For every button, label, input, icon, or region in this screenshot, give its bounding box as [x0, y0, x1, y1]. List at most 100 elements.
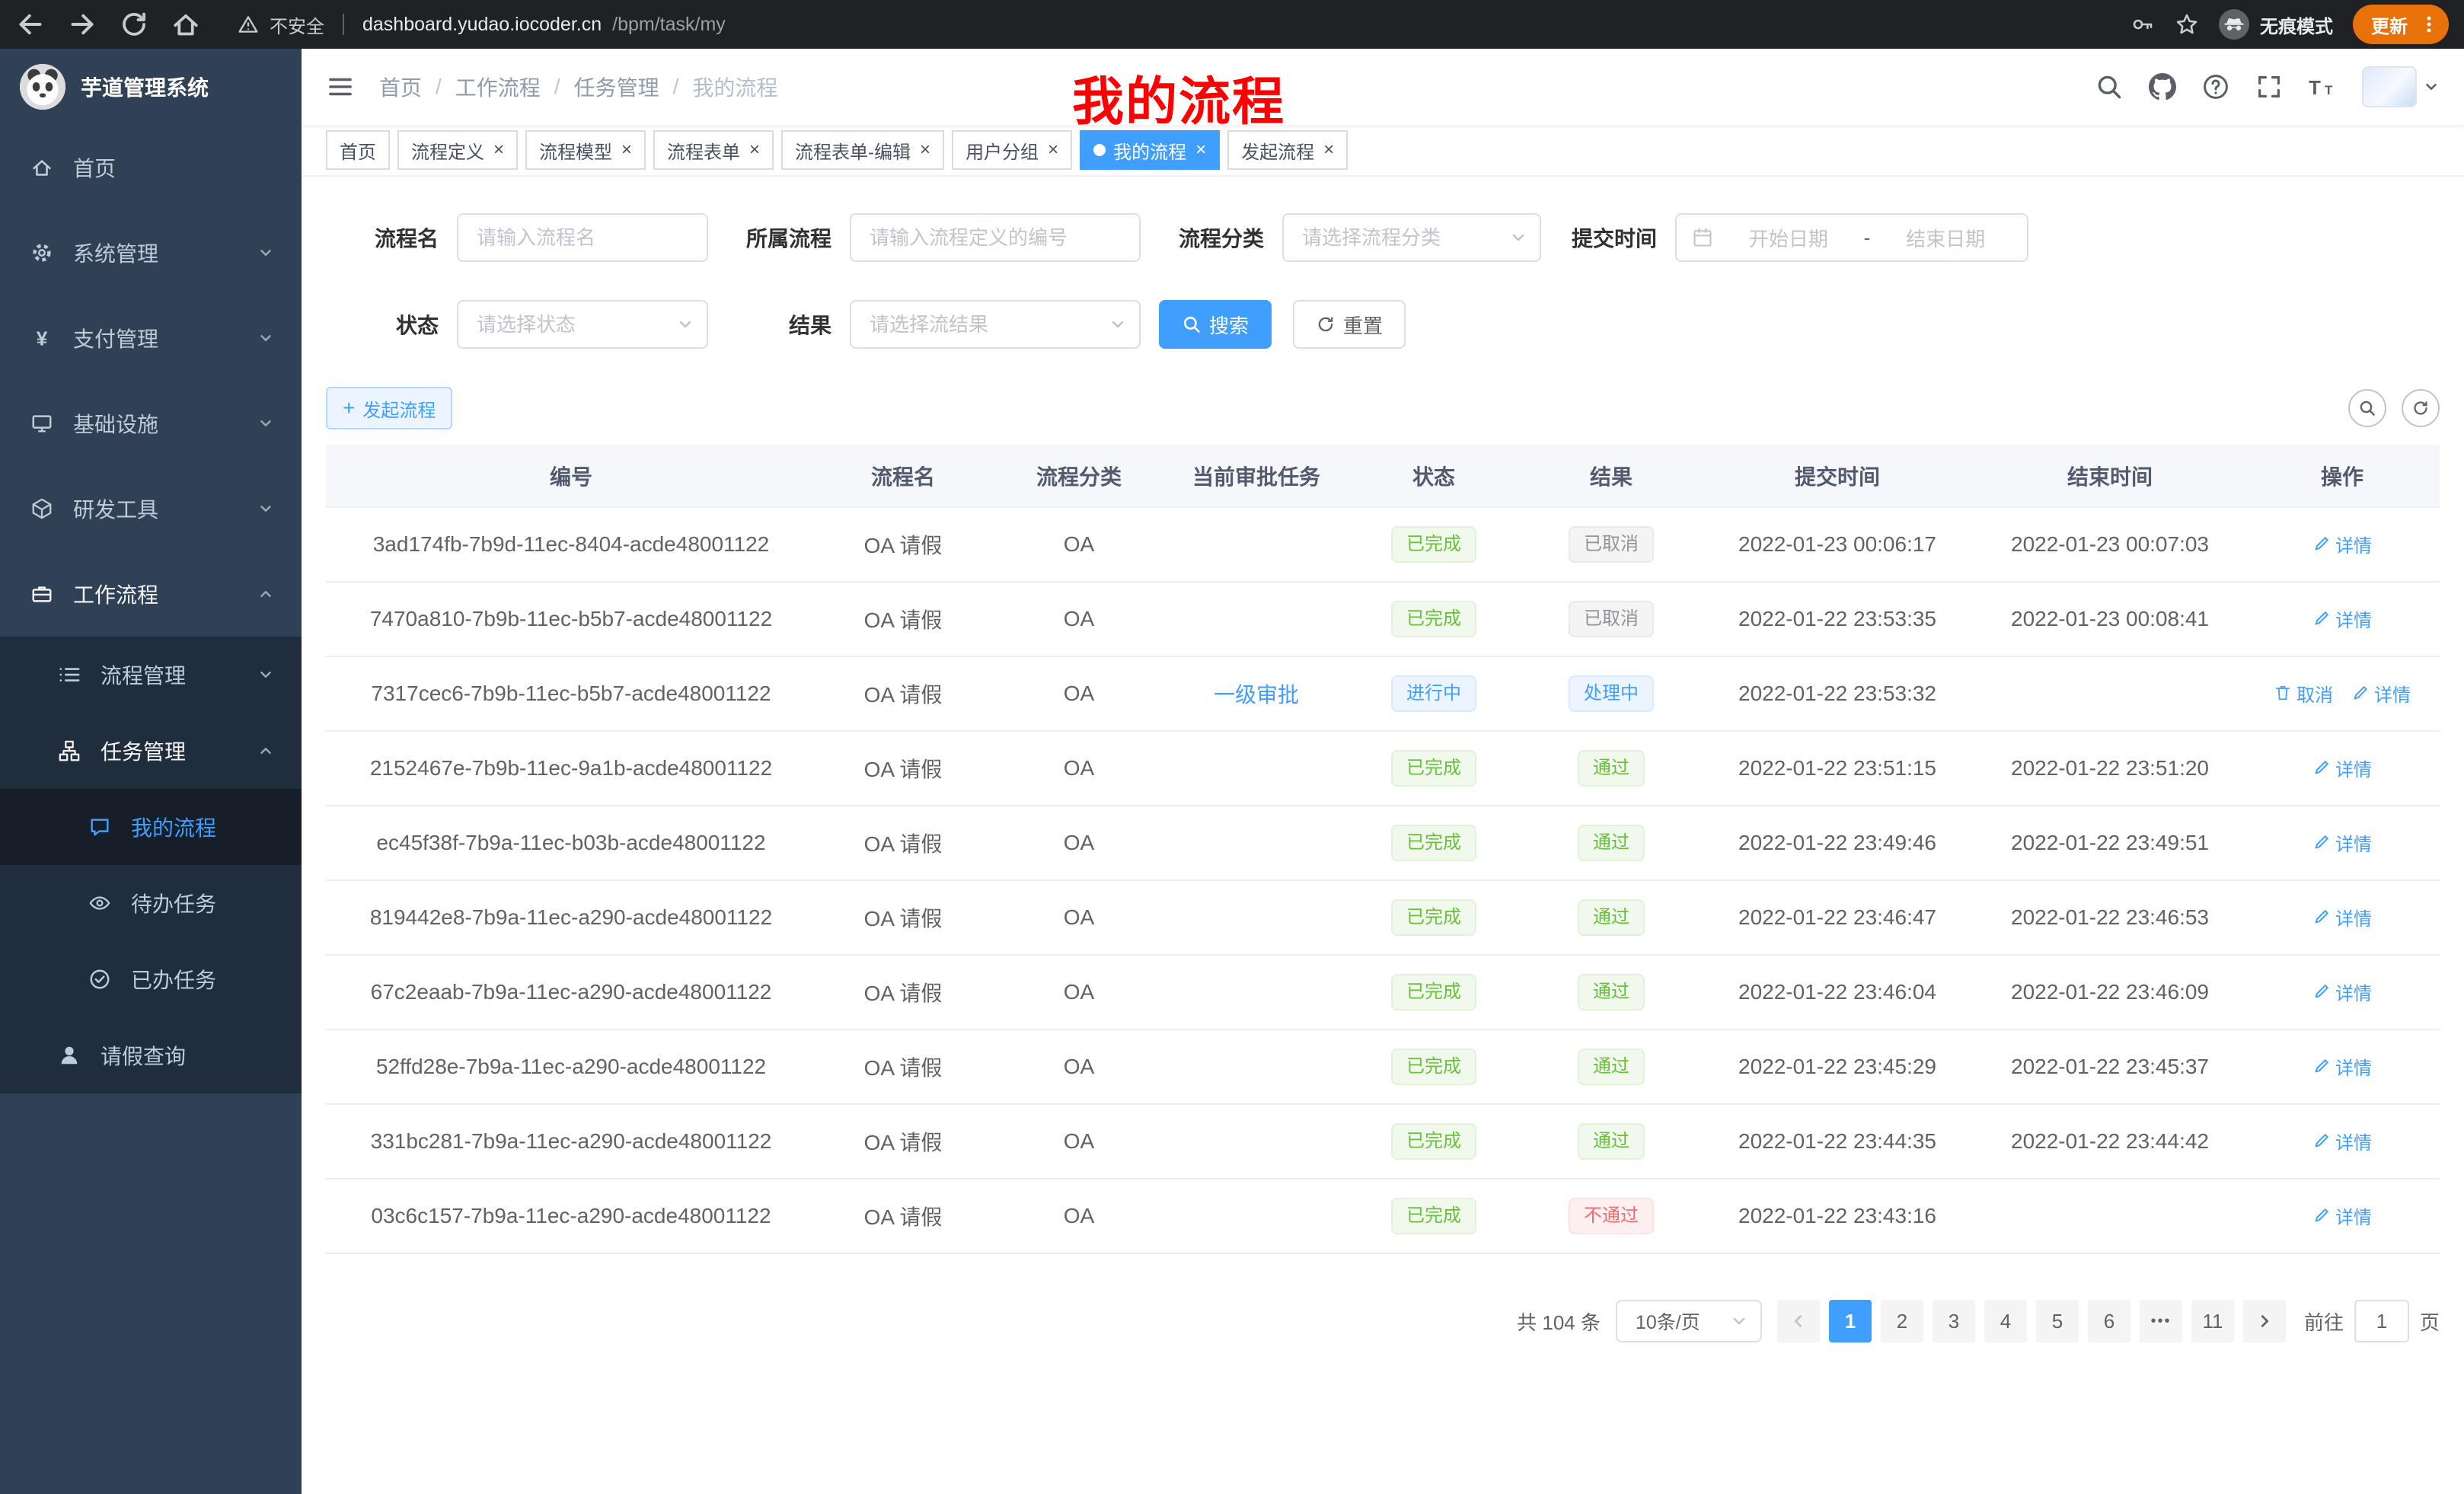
- tab-发起流程[interactable]: 发起流程×: [1227, 130, 1348, 170]
- page-button-2[interactable]: 2: [1881, 1300, 1923, 1342]
- page-button-5[interactable]: 5: [2036, 1300, 2079, 1342]
- category-select-input[interactable]: [1284, 215, 1540, 260]
- action-详情-link[interactable]: 详情: [2312, 755, 2372, 781]
- user-avatar-menu[interactable]: [2362, 66, 2440, 107]
- fullscreen-icon[interactable]: [2255, 73, 2283, 101]
- breadcrumb-item[interactable]: 任务管理: [574, 72, 659, 102]
- process-name-input[interactable]: [458, 215, 707, 260]
- sidebar-item-首页[interactable]: 首页: [0, 125, 302, 210]
- result-badge: 通过: [1578, 974, 1645, 1010]
- cell-submit-time: 2022-01-23 00:06:17: [1700, 507, 1975, 582]
- create-process-button[interactable]: + 发起流程: [326, 387, 452, 429]
- action-详情-link[interactable]: 详情: [2351, 680, 2411, 707]
- page-button-6[interactable]: 6: [2088, 1300, 2130, 1342]
- font-size-icon[interactable]: TT: [2309, 73, 2336, 101]
- create-process-label: 发起流程: [362, 395, 436, 422]
- browser-reload-icon[interactable]: [119, 9, 149, 40]
- page-button-11[interactable]: 11: [2191, 1300, 2234, 1342]
- action-label: 详情: [2335, 1128, 2372, 1154]
- action-详情-link[interactable]: 详情: [2312, 829, 2372, 856]
- sidebar-item-我的流程[interactable]: 我的流程: [0, 789, 302, 865]
- edit-icon: [2312, 908, 2331, 926]
- next-page-button[interactable]: [2243, 1300, 2286, 1342]
- browser-home-icon[interactable]: [171, 9, 201, 40]
- sidebar-item-已办任务[interactable]: 已办任务: [0, 941, 302, 1017]
- cell-status: 已完成: [1345, 1030, 1523, 1104]
- tab-首页[interactable]: 首页: [326, 130, 390, 170]
- tab-close-icon[interactable]: ×: [920, 141, 930, 159]
- tab-我的流程[interactable]: 我的流程×: [1080, 130, 1220, 170]
- password-key-icon[interactable]: [2130, 12, 2155, 37]
- goto-page-input[interactable]: [2354, 1300, 2409, 1342]
- tab-流程定义[interactable]: 流程定义×: [397, 130, 518, 170]
- table-row: 2152467e-7b9b-11ec-9a1b-acde48001122OA 请…: [326, 731, 2440, 806]
- status-select[interactable]: [457, 300, 708, 349]
- app-logo-row[interactable]: 芋道管理系统: [0, 49, 302, 125]
- action-详情-link[interactable]: 详情: [2312, 978, 2372, 1005]
- category-select[interactable]: [1282, 213, 1541, 262]
- hamburger-icon[interactable]: [326, 72, 355, 101]
- breadcrumb-item[interactable]: 首页: [379, 72, 422, 102]
- column-header-流程名: 流程名: [816, 445, 990, 507]
- sidebar-item-待办任务[interactable]: 待办任务: [0, 865, 302, 941]
- action-详情-link[interactable]: 详情: [2312, 605, 2372, 632]
- page-button-4[interactable]: 4: [1984, 1300, 2027, 1342]
- page-size-select[interactable]: [1616, 1300, 1762, 1342]
- browser-back-icon[interactable]: [15, 9, 46, 40]
- tab-close-icon[interactable]: ×: [621, 141, 632, 159]
- tab-close-icon[interactable]: ×: [1323, 141, 1334, 159]
- process-definition-input[interactable]: [851, 215, 1139, 260]
- action-详情-link[interactable]: 详情: [2312, 1128, 2372, 1154]
- sidebar-item-系统管理[interactable]: 系统管理: [0, 210, 302, 295]
- page-button-1[interactable]: 1: [1829, 1300, 1872, 1342]
- reset-button[interactable]: 重置: [1293, 300, 1406, 349]
- page-button-3[interactable]: 3: [1933, 1300, 1975, 1342]
- bookmark-star-icon[interactable]: [2175, 12, 2199, 37]
- tab-close-icon[interactable]: ×: [1048, 141, 1058, 159]
- update-button[interactable]: 更新: [2353, 5, 2449, 44]
- sidebar-item-基础设施[interactable]: 基础设施: [0, 381, 302, 466]
- refresh-table-button[interactable]: [2402, 389, 2440, 427]
- tab-close-icon[interactable]: ×: [749, 141, 760, 159]
- action-取消-link[interactable]: 取消: [2274, 680, 2333, 707]
- tab-流程表单-编辑[interactable]: 流程表单-编辑×: [781, 130, 944, 170]
- toggle-search-button[interactable]: [2348, 389, 2386, 427]
- browser-menu-icon[interactable]: [2418, 14, 2440, 35]
- tab-用户分组[interactable]: 用户分组×: [952, 130, 1072, 170]
- tab-close-icon[interactable]: ×: [493, 141, 504, 159]
- tab-close-icon[interactable]: ×: [1195, 141, 1206, 159]
- tab-流程模型[interactable]: 流程模型×: [525, 130, 646, 170]
- address-bar[interactable]: 不安全 dashboard.yudao.iocoder.cn/bpm/task/…: [238, 11, 726, 38]
- cell-result: 通过: [1523, 806, 1700, 880]
- breadcrumb-item[interactable]: 工作流程: [455, 72, 541, 102]
- help-icon[interactable]: [2202, 73, 2229, 101]
- sidebar-item-流程管理[interactable]: 流程管理: [0, 637, 302, 713]
- pager-more-button[interactable]: •••: [2140, 1300, 2182, 1342]
- action-详情-link[interactable]: 详情: [2312, 1202, 2372, 1229]
- cell-result: 通过: [1523, 1104, 1700, 1179]
- tab-流程表单[interactable]: 流程表单×: [653, 130, 774, 170]
- github-icon[interactable]: [2149, 73, 2176, 101]
- prev-page-button[interactable]: [1777, 1300, 1820, 1342]
- page-size-input[interactable]: [1617, 1301, 1760, 1341]
- sidebar-item-支付管理[interactable]: ¥支付管理: [0, 295, 302, 381]
- action-详情-link[interactable]: 详情: [2312, 531, 2372, 557]
- sidebar-item-label: 任务管理: [101, 736, 186, 766]
- cell-current-task: [1168, 955, 1345, 1030]
- sidebar-item-任务管理[interactable]: 任务管理: [0, 713, 302, 789]
- browser-forward-icon[interactable]: [67, 9, 97, 40]
- action-详情-link[interactable]: 详情: [2312, 904, 2372, 931]
- submit-time-range-picker[interactable]: 开始日期 - 结束日期: [1675, 213, 2028, 262]
- cell-status: 已完成: [1345, 955, 1523, 1030]
- search-button[interactable]: 搜索: [1159, 300, 1272, 349]
- result-select-input[interactable]: [851, 302, 1139, 347]
- action-详情-link[interactable]: 详情: [2312, 1053, 2372, 1080]
- current-task-link[interactable]: 一级审批: [1214, 683, 1299, 707]
- sidebar-item-请假查询[interactable]: 请假查询: [0, 1017, 302, 1093]
- sidebar-item-研发工具[interactable]: 研发工具: [0, 466, 302, 551]
- result-select[interactable]: [850, 300, 1141, 349]
- search-icon[interactable]: [2095, 73, 2123, 101]
- status-select-input[interactable]: [458, 302, 707, 347]
- todo-task-icon: [88, 892, 111, 915]
- sidebar-item-工作流程[interactable]: 工作流程: [0, 551, 302, 637]
